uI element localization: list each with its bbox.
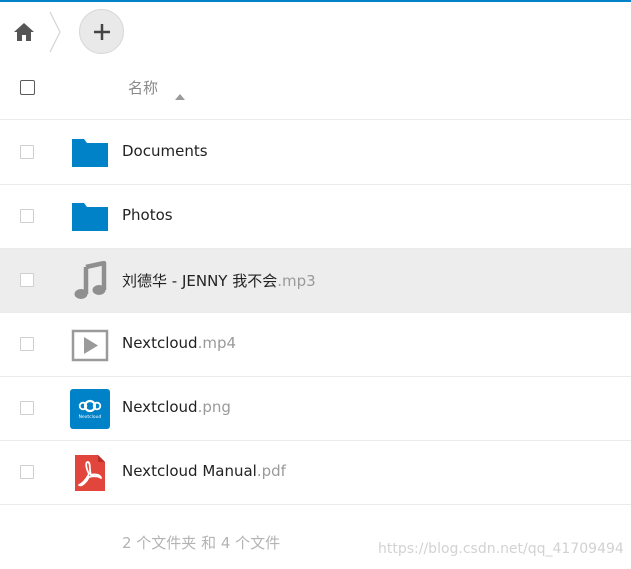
sort-ascending-icon[interactable] <box>175 85 185 104</box>
file-row-pdf[interactable]: Nextcloud Manual.pdf <box>0 441 631 505</box>
row-checkbox[interactable] <box>20 401 34 415</box>
row-checkbox[interactable] <box>20 465 34 479</box>
pdf-file-icon[interactable] <box>70 453 110 493</box>
file-name[interactable]: Documents <box>122 142 208 160</box>
file-name[interactable]: Nextcloud Manual.pdf <box>122 462 286 480</box>
file-name[interactable]: Photos <box>122 206 173 224</box>
file-row-mp3[interactable]: 刘德华 - JENNY 我不会.mp3 <box>0 249 631 313</box>
column-name-header[interactable]: 名称 <box>128 77 158 98</box>
home-icon[interactable] <box>13 22 35 42</box>
music-file-icon[interactable] <box>70 260 110 301</box>
row-checkbox[interactable] <box>20 209 34 223</box>
file-row-photos[interactable]: Photos <box>0 185 631 249</box>
breadcrumb-separator <box>48 10 62 54</box>
video-file-icon[interactable] <box>70 325 110 365</box>
nextcloud-image-thumbnail[interactable]: Nextcloud <box>70 389 110 429</box>
row-checkbox[interactable] <box>20 337 34 351</box>
file-list-header: 名称 <box>0 58 631 120</box>
breadcrumb <box>0 2 631 60</box>
plus-icon <box>94 24 110 40</box>
file-name[interactable]: 刘德华 - JENNY 我不会.mp3 <box>122 270 316 291</box>
select-all-checkbox[interactable] <box>20 80 35 95</box>
file-row-mp4[interactable]: Nextcloud.mp4 <box>0 313 631 377</box>
file-name[interactable]: Nextcloud.mp4 <box>122 334 236 352</box>
svg-text:Nextcloud: Nextcloud <box>79 414 102 420</box>
file-row-documents[interactable]: Documents <box>0 121 631 185</box>
file-summary: 2 个文件夹 和 4 个文件 <box>122 534 281 552</box>
folder-icon[interactable] <box>70 133 110 173</box>
row-checkbox[interactable] <box>20 273 34 287</box>
new-file-button[interactable] <box>79 9 124 54</box>
row-checkbox[interactable] <box>20 145 34 159</box>
file-row-png[interactable]: Nextcloud Nextcloud.png <box>0 377 631 441</box>
file-name[interactable]: Nextcloud.png <box>122 398 231 416</box>
folder-icon[interactable] <box>70 197 110 237</box>
watermark: https://blog.csdn.net/qq_41709494 <box>378 541 624 557</box>
